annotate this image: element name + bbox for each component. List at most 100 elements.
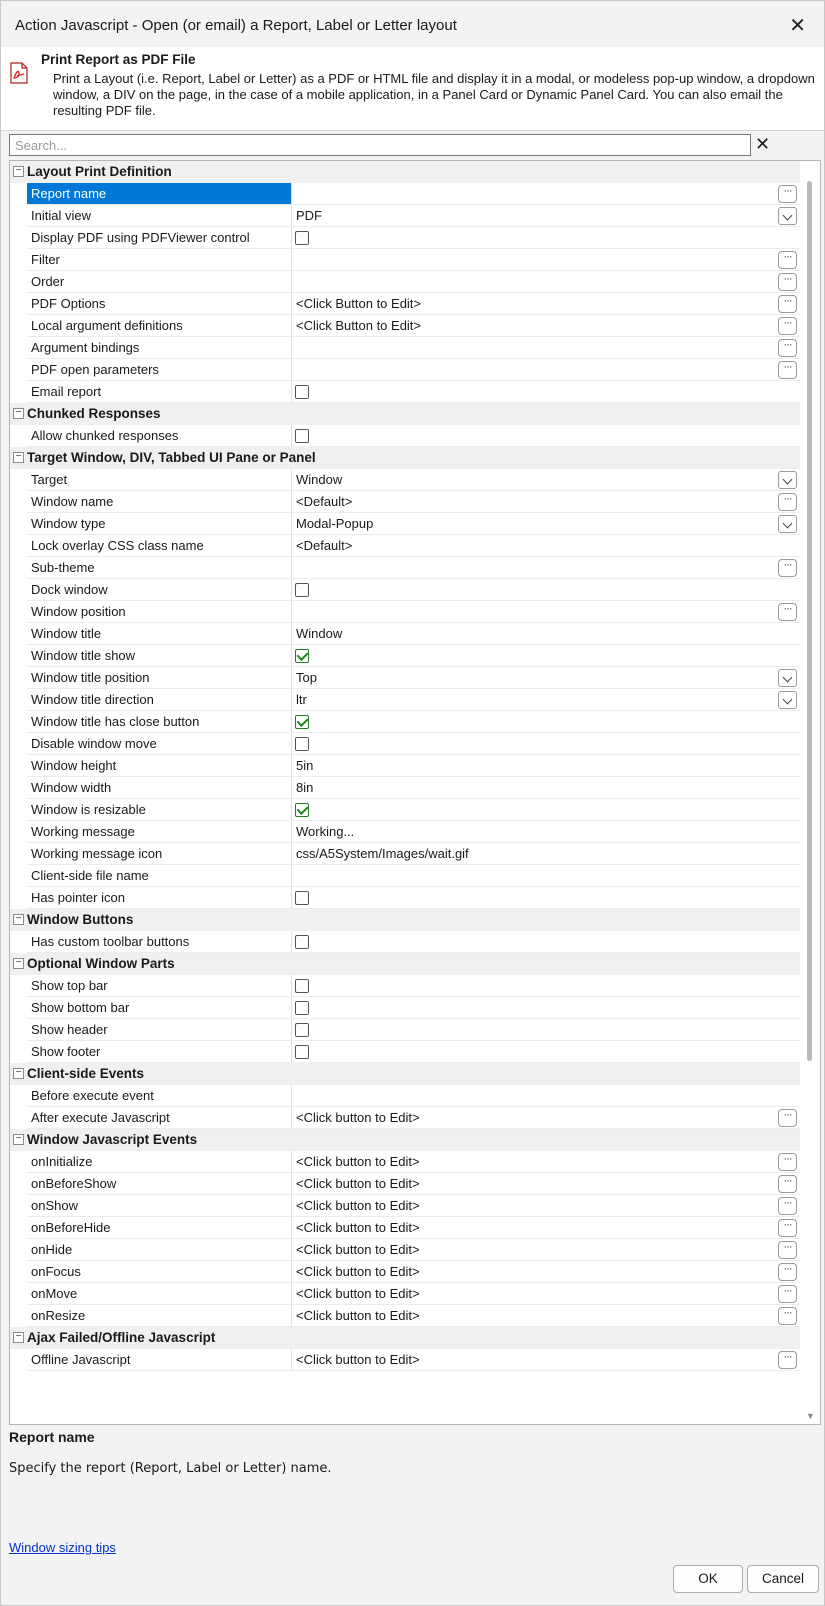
property-name[interactable]: Report name [27,183,292,205]
category-row[interactable]: − Optional Window Parts [10,953,800,975]
collapse-icon[interactable]: − [13,914,24,925]
collapse-icon[interactable]: − [13,1134,24,1145]
property-name[interactable]: Window width [27,777,292,799]
property-name[interactable]: Has custom toolbar buttons [27,931,292,953]
checkbox-unchecked[interactable] [295,979,309,993]
property-value[interactable]: <Click Button to Edit> [292,315,800,337]
ellipsis-button[interactable]: ··· [778,1285,797,1303]
property-name[interactable]: Local argument definitions [27,315,292,337]
ellipsis-button[interactable]: ··· [778,1197,797,1215]
ellipsis-button[interactable]: ··· [778,1153,797,1171]
collapse-icon[interactable]: − [13,1332,24,1343]
property-value[interactable]: <Click button to Edit> [292,1283,800,1305]
property-name[interactable]: Allow chunked responses [27,425,292,447]
property-row[interactable]: Working message icon css/A5System/Images/… [10,843,800,865]
property-value[interactable]: <Click button to Edit> [292,1195,800,1217]
ellipsis-button[interactable]: ··· [778,339,797,357]
property-row[interactable]: Working message Working... [10,821,800,843]
scroll-down-icon[interactable]: ▼ [806,1411,815,1421]
property-row[interactable]: Window title Window [10,623,800,645]
window-sizing-tips-link[interactable]: Window sizing tips [9,1540,116,1555]
collapse-icon[interactable]: − [13,166,24,177]
property-row[interactable]: Allow chunked responses [10,425,800,447]
property-name[interactable]: Client-side file name [27,865,292,887]
property-value[interactable] [292,711,800,733]
property-name[interactable]: Window title position [27,667,292,689]
property-value[interactable]: <Default> [292,491,800,513]
property-value[interactable] [292,975,800,997]
property-name[interactable]: Argument bindings [27,337,292,359]
property-value[interactable]: Modal-Popup [292,513,800,535]
property-value[interactable] [292,799,800,821]
property-row[interactable]: Window position ··· [10,601,800,623]
ellipsis-button[interactable]: ··· [778,295,797,313]
property-row[interactable]: Show header [10,1019,800,1041]
property-name[interactable]: onBeforeShow [27,1173,292,1195]
property-value[interactable] [292,887,800,909]
vertical-scrollbar[interactable]: ▼ [802,161,820,1424]
property-value[interactable]: 8in [292,777,800,799]
property-row[interactable]: onBeforeShow <Click button to Edit> ··· [10,1173,800,1195]
category-row[interactable]: − Layout Print Definition [10,161,800,183]
checkbox-unchecked[interactable] [295,429,309,443]
property-name[interactable]: Before execute event [27,1085,292,1107]
property-row[interactable]: Local argument definitions <Click Button … [10,315,800,337]
property-value[interactable] [292,997,800,1019]
property-value[interactable]: css/A5System/Images/wait.gif [292,843,800,865]
property-row[interactable]: onMove <Click button to Edit> ··· [10,1283,800,1305]
property-name[interactable]: onFocus [27,1261,292,1283]
property-name[interactable]: onHide [27,1239,292,1261]
property-row[interactable]: Display PDF using PDFViewer control [10,227,800,249]
property-row[interactable]: onHide <Click button to Edit> ··· [10,1239,800,1261]
property-value[interactable] [292,359,800,381]
property-row[interactable]: PDF open parameters ··· [10,359,800,381]
property-name[interactable]: Disable window move [27,733,292,755]
chevron-down-icon[interactable] [778,471,797,489]
ellipsis-button[interactable]: ··· [778,559,797,577]
property-value[interactable] [292,381,800,403]
collapse-icon[interactable]: − [13,958,24,969]
ellipsis-button[interactable]: ··· [778,185,797,203]
checkbox-unchecked[interactable] [295,935,309,949]
property-value[interactable]: ltr [292,689,800,711]
property-value[interactable]: <Default> [292,535,800,557]
property-name[interactable]: Display PDF using PDFViewer control [27,227,292,249]
chevron-down-icon[interactable] [778,515,797,533]
property-row[interactable]: Window height 5in [10,755,800,777]
property-row[interactable]: Argument bindings ··· [10,337,800,359]
property-name[interactable]: onInitialize [27,1151,292,1173]
property-name[interactable]: Sub-theme [27,557,292,579]
checkbox-checked[interactable] [295,803,309,817]
property-value[interactable] [292,601,800,623]
collapse-icon[interactable]: − [13,408,24,419]
property-value[interactable] [292,227,800,249]
collapse-icon[interactable]: − [13,1068,24,1079]
property-name[interactable]: PDF Options [27,293,292,315]
property-row[interactable]: Has custom toolbar buttons [10,931,800,953]
ellipsis-button[interactable]: ··· [778,251,797,269]
checkbox-unchecked[interactable] [295,231,309,245]
property-value[interactable]: <Click Button to Edit> [292,293,800,315]
property-value[interactable] [292,1041,800,1063]
property-row[interactable]: onShow <Click button to Edit> ··· [10,1195,800,1217]
ellipsis-button[interactable]: ··· [778,317,797,335]
property-row[interactable]: Sub-theme ··· [10,557,800,579]
property-name[interactable]: Lock overlay CSS class name [27,535,292,557]
ellipsis-button[interactable]: ··· [778,603,797,621]
property-row[interactable]: Show footer [10,1041,800,1063]
property-row[interactable]: onResize <Click button to Edit> ··· [10,1305,800,1327]
checkbox-unchecked[interactable] [295,1045,309,1059]
ellipsis-button[interactable]: ··· [778,1241,797,1259]
property-row[interactable]: Window title show [10,645,800,667]
property-name[interactable]: Initial view [27,205,292,227]
property-value[interactable] [292,183,800,205]
collapse-icon[interactable]: − [13,452,24,463]
property-value[interactable]: 5in [292,755,800,777]
property-row[interactable]: Client-side file name [10,865,800,887]
close-icon[interactable]: ✕ [789,13,806,38]
property-value[interactable]: <Click button to Edit> [292,1239,800,1261]
ellipsis-button[interactable]: ··· [778,1219,797,1237]
property-value[interactable] [292,865,800,887]
checkbox-unchecked[interactable] [295,583,309,597]
ok-button[interactable]: OK [673,1565,743,1593]
